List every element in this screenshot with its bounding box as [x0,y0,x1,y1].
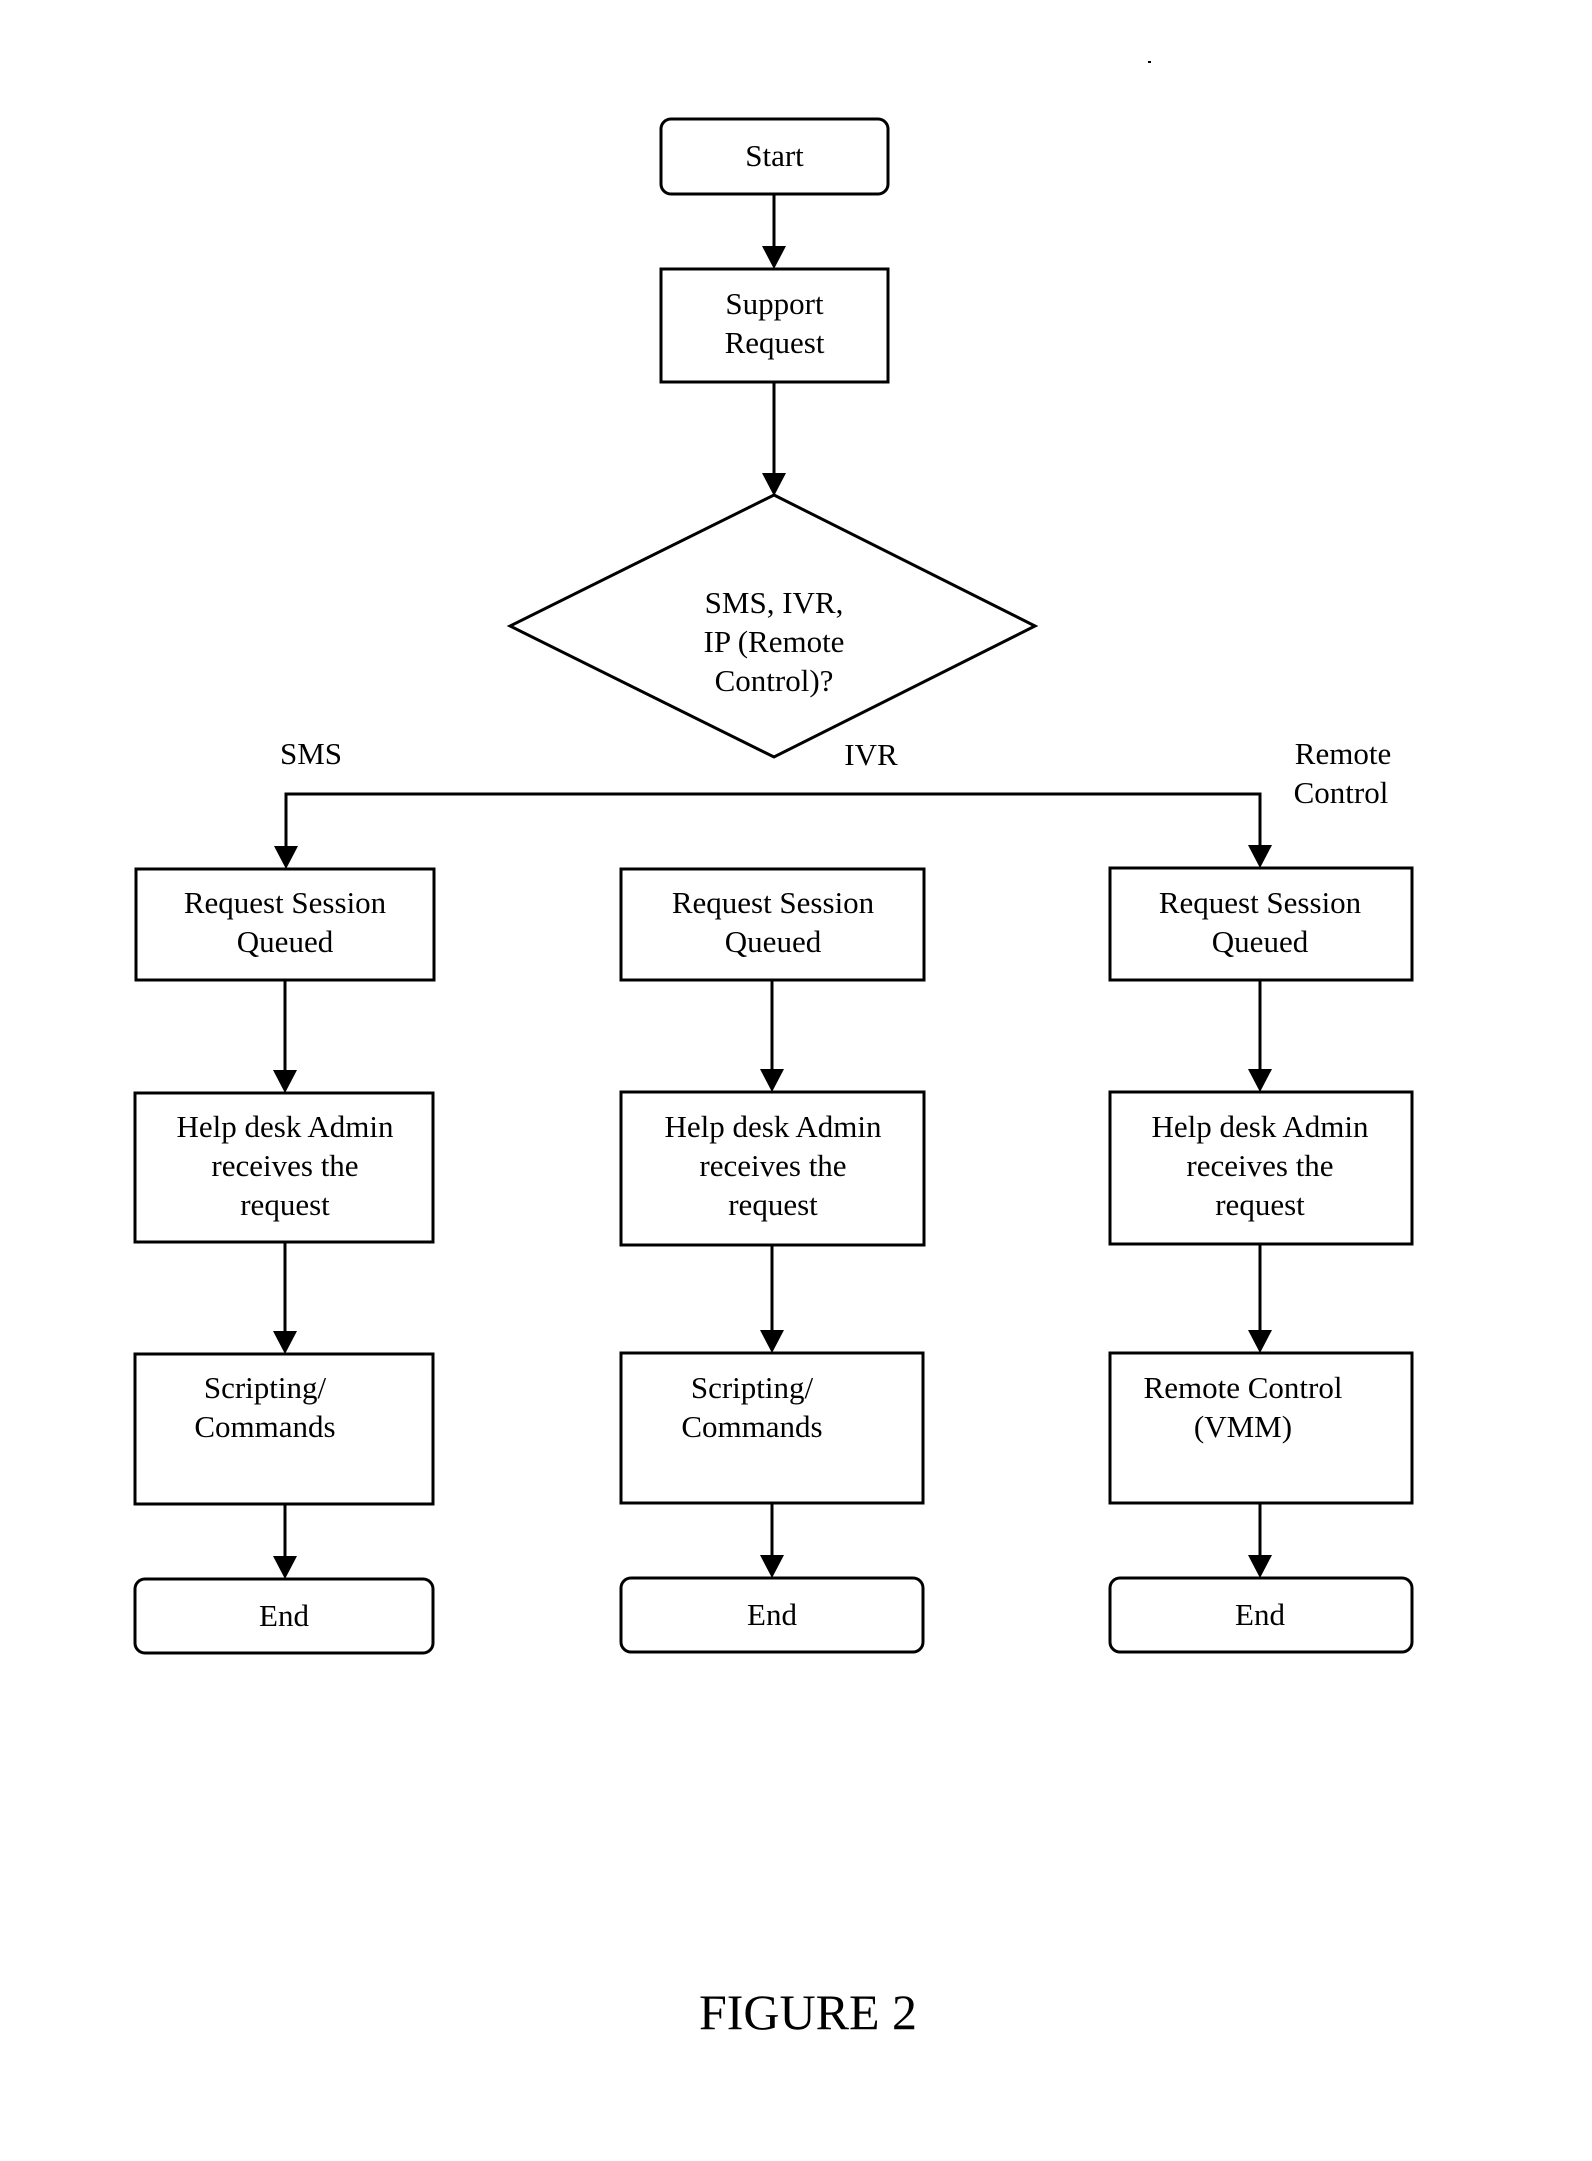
sms-queued-label-line1: Request Session [184,885,387,920]
sms-helpdesk-label-line1: Help desk Admin [177,1109,394,1144]
rc-helpdesk-node: Help desk Admin receives the request [1108,1090,1414,1246]
arrowhead-icon [274,846,298,869]
rc-remote-label-line1: Remote Control [1144,1370,1343,1405]
ivr-helpdesk-label-line1: Help desk Admin [665,1109,882,1144]
sms-end-label: End [259,1598,309,1633]
arrowhead-icon [760,1330,784,1353]
ivr-queued-node: Request Session Queued [619,867,926,982]
sms-helpdesk-label-line2: receives the [211,1148,358,1183]
ivr-helpdesk-label-line3: request [728,1187,818,1222]
ivr-helpdesk-label-line2: receives the [699,1148,846,1183]
figure-caption: FIGURE 2 [699,1984,917,2040]
branch-label-sms: SMS [280,736,342,771]
support-request-label-line2: Request [725,325,825,360]
rc-end-label: End [1235,1597,1285,1632]
ivr-queued-label-line2: Queued [725,924,822,959]
arrowhead-icon [1248,1555,1272,1578]
ivr-scripting-label-line1: Scripting/ [691,1370,814,1405]
arrowhead-icon [273,1070,297,1093]
rc-queued-label-line2: Queued [1212,924,1309,959]
arrowhead-icon [760,1555,784,1578]
sms-scripting-label-line1: Scripting/ [204,1370,327,1405]
branch-label-remote-line1: Remote [1295,736,1391,771]
sms-end-node: End [133,1577,435,1655]
branch-label-ivr: IVR [844,737,898,772]
decision-label-line3: Control)? [715,663,834,698]
arrowhead-icon [273,1331,297,1354]
sms-queued-node: Request Session Queued [134,867,436,982]
arrowhead-icon [1248,845,1272,868]
decision-label-line1: SMS, IVR, [705,585,844,620]
rc-remote-label-line2: (VMM) [1194,1409,1292,1444]
rc-remote-node: Remote Control (VMM) [1108,1351,1414,1505]
sms-scripting-node: Scripting/ Commands [133,1352,435,1506]
branch-label-remote-line2: Control [1294,775,1389,810]
sms-helpdesk-node: Help desk Admin receives the request [133,1091,435,1244]
rc-end-node: End [1108,1576,1414,1654]
support-request-label-line1: Support [725,286,824,321]
rc-queued-label-line1: Request Session [1159,885,1362,920]
ivr-end-label: End [747,1597,797,1632]
ivr-queued-label-line1: Request Session [672,885,875,920]
ivr-end-node: End [619,1576,925,1654]
sms-queued-label-line2: Queued [237,924,334,959]
rc-helpdesk-label-line1: Help desk Admin [1152,1109,1369,1144]
rc-helpdesk-label-line3: request [1215,1187,1305,1222]
arrowhead-icon [273,1556,297,1579]
decision-label-line2: IP (Remote [704,624,845,659]
ivr-scripting-node: Scripting/ Commands [619,1351,925,1505]
arrowhead-icon [762,246,786,269]
sms-scripting-label-line2: Commands [194,1409,335,1444]
connector-branch-bus [284,792,1262,848]
support-request-node: Support Request [659,267,890,384]
decision-node: SMS, IVR, IP (Remote Control)? [506,493,1039,759]
ivr-scripting-label-line2: Commands [681,1409,822,1444]
rc-helpdesk-label-line2: receives the [1186,1148,1333,1183]
rc-queued-node: Request Session Queued [1108,866,1414,982]
ivr-helpdesk-node: Help desk Admin receives the request [619,1090,926,1247]
arrowhead-icon [762,473,786,496]
sms-helpdesk-label-line3: request [240,1187,330,1222]
flowchart-diagram: Start Support Request SMS, IVR, IP (Remo… [133,61,1414,2040]
arrowhead-icon [760,1069,784,1092]
start-node: Start [659,117,890,196]
scan-speck [1148,61,1151,63]
start-label: Start [745,138,804,173]
arrowhead-icon [1248,1330,1272,1353]
arrowhead-icon [1248,1069,1272,1092]
